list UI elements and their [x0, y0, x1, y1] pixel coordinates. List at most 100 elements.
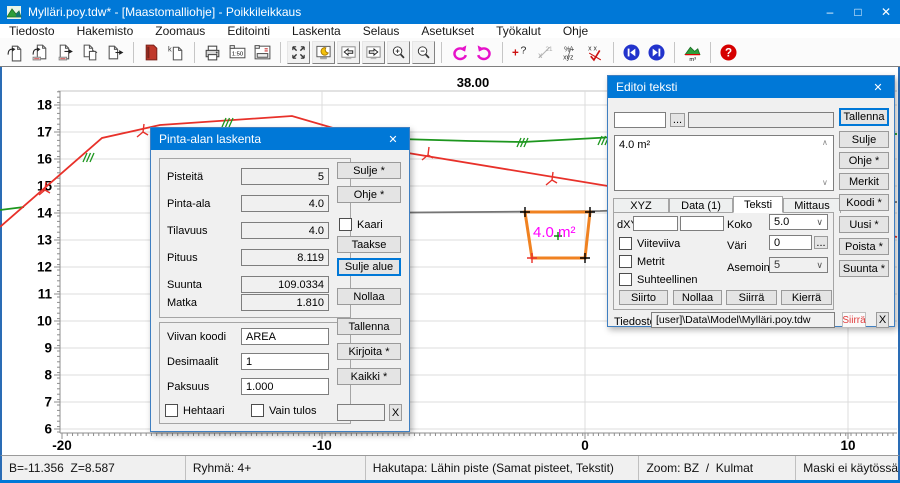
- kierra-button[interactable]: Kierrä: [781, 290, 832, 305]
- help-button[interactable]: ?: [717, 41, 740, 64]
- check-points-button[interactable]: x x: [584, 41, 607, 64]
- tab-xyz[interactable]: XYZ: [613, 198, 669, 213]
- open-file-button[interactable]: [4, 41, 27, 64]
- close-button[interactable]: ✕: [872, 0, 900, 24]
- browse-dots-button[interactable]: ...: [670, 113, 685, 127]
- tab-mittaus[interactable]: Mittaus: [783, 198, 841, 213]
- tallenna-button[interactable]: Tallenna: [337, 318, 401, 335]
- kaari-checkbox[interactable]: Kaari: [339, 218, 383, 231]
- merkit-button[interactable]: Merkit: [839, 173, 889, 190]
- dialog-close-button[interactable]: ✕: [377, 128, 409, 150]
- redo-button[interactable]: [473, 41, 496, 64]
- status-group: Ryhmä: 4+: [186, 456, 366, 480]
- pan-right-button[interactable]: [362, 41, 385, 64]
- text-content-area[interactable]: 4.0 m²: [614, 135, 834, 191]
- dx-input[interactable]: [633, 216, 678, 231]
- viiteviiva-checkbox[interactable]: Viiteviiva: [619, 237, 680, 250]
- dialog-close-button[interactable]: ✕: [862, 76, 894, 98]
- write-file-button[interactable]: [54, 41, 77, 64]
- dialog-title-bar[interactable]: Editoi teksti: [608, 76, 894, 98]
- menu-editointi[interactable]: Editointi: [216, 24, 281, 38]
- vari-input[interactable]: 0: [769, 235, 812, 250]
- pan-left-button[interactable]: [337, 41, 360, 64]
- koko-combo[interactable]: 5.0∨: [769, 214, 828, 230]
- sulje-alue-button[interactable]: Sulje alue: [337, 258, 401, 276]
- ohje-button[interactable]: Ohje *: [337, 186, 401, 203]
- point-query-button[interactable]: +?: [509, 41, 532, 64]
- menu-selaus[interactable]: Selaus: [352, 24, 411, 38]
- menu-hakemisto[interactable]: Hakemisto: [66, 24, 145, 38]
- checkbox-box[interactable]: [165, 404, 178, 417]
- nollaa-button[interactable]: Nollaa: [337, 288, 401, 305]
- siirra-mode-badge[interactable]: Siirrä: [842, 312, 866, 328]
- minimize-button[interactable]: –: [816, 0, 844, 24]
- kirjoita-button[interactable]: Kirjoita *: [337, 343, 401, 360]
- suunta-label: Suunta: [167, 279, 202, 291]
- undo-button[interactable]: [448, 41, 471, 64]
- siirra-button[interactable]: Siirrä: [726, 290, 777, 305]
- code-input[interactable]: [614, 112, 666, 128]
- coordinates-button[interactable]: %+xyz: [559, 41, 582, 64]
- menu-zoomaus[interactable]: Zoomaus: [144, 24, 216, 38]
- print-button[interactable]: [201, 41, 224, 64]
- dialog-title-bar[interactable]: Pinta-alan laskenta: [151, 128, 409, 150]
- dy-input[interactable]: [680, 216, 724, 231]
- checkbox-box[interactable]: [619, 273, 632, 286]
- nollaa-button[interactable]: Nollaa: [673, 290, 722, 305]
- convert-file-button[interactable]: [79, 41, 102, 64]
- uusi-button[interactable]: Uusi *: [839, 216, 889, 233]
- asemointi-combo[interactable]: 5∨: [769, 257, 828, 273]
- hehtaari-checkbox[interactable]: Hehtaari: [165, 404, 225, 417]
- kaikki-button[interactable]: Kaikki *: [337, 368, 401, 385]
- tallenna-button[interactable]: Tallenna: [839, 108, 889, 126]
- next-section-button[interactable]: [645, 41, 668, 64]
- koodi-button[interactable]: Koodi *: [839, 194, 889, 211]
- svg-text:+: +: [512, 46, 519, 59]
- menu-ohje[interactable]: Ohje: [552, 24, 599, 38]
- sulje-button[interactable]: Sulje *: [337, 162, 401, 179]
- window-title: Mylläri.poy.tdw* - [Maastomalliohje] - P…: [28, 5, 301, 19]
- checkbox-box[interactable]: [619, 237, 632, 250]
- vari-dots-button[interactable]: ...: [814, 236, 828, 249]
- menu-tiedosto[interactable]: Tiedosto: [0, 24, 66, 38]
- x-button[interactable]: X: [876, 312, 889, 328]
- ohje-button[interactable]: Ohje *: [839, 152, 889, 169]
- metrit-checkbox[interactable]: Metrit: [619, 255, 665, 268]
- paksuus-input[interactable]: 1.000: [241, 378, 329, 395]
- scroll-down-icon[interactable]: ∨: [822, 178, 828, 187]
- zoom-fit-button[interactable]: [287, 41, 310, 64]
- point-number-button[interactable]: x21: [534, 41, 557, 64]
- file-format-button[interactable]: k: [165, 41, 188, 64]
- previous-section-button[interactable]: [620, 41, 643, 64]
- page-setup-button[interactable]: [251, 41, 274, 64]
- vain-tulos-checkbox[interactable]: Vain tulos: [251, 404, 317, 417]
- siirto-button[interactable]: Siirto: [619, 290, 668, 305]
- read-file-button[interactable]: [29, 41, 52, 64]
- checkbox-box[interactable]: [619, 255, 632, 268]
- viivan-koodi-input[interactable]: AREA: [241, 328, 329, 345]
- menu-tyokalut[interactable]: Työkalut: [485, 24, 552, 38]
- file-manager-button[interactable]: [140, 41, 163, 64]
- menu-asetukset[interactable]: Asetukset: [410, 24, 485, 38]
- scroll-up-icon[interactable]: ∧: [822, 138, 828, 147]
- poista-button[interactable]: Poista *: [839, 238, 889, 255]
- tab-teksti[interactable]: Teksti: [733, 196, 783, 213]
- suunta-button[interactable]: Suunta *: [839, 260, 889, 277]
- menu-laskenta[interactable]: Laskenta: [281, 24, 352, 38]
- zoom-out-button[interactable]: [412, 41, 435, 64]
- scale-button[interactable]: 1:50: [226, 41, 249, 64]
- zoom-in-button[interactable]: [387, 41, 410, 64]
- maximize-button[interactable]: □: [844, 0, 872, 24]
- desimaalit-input[interactable]: 1: [241, 353, 329, 370]
- volume-button[interactable]: m³: [681, 41, 704, 64]
- code-name-field: [688, 112, 834, 128]
- redraw-button[interactable]: [312, 41, 335, 64]
- taakse-button[interactable]: Taakse: [337, 236, 401, 253]
- checkbox-box[interactable]: [251, 404, 264, 417]
- export-file-button[interactable]: [104, 41, 127, 64]
- sulje-button[interactable]: Sulje: [839, 131, 889, 148]
- tab-data[interactable]: Data (1): [669, 198, 733, 213]
- checkbox-box[interactable]: [339, 218, 352, 231]
- x-button[interactable]: X: [389, 404, 402, 421]
- suhteellinen-checkbox[interactable]: Suhteellinen: [619, 273, 698, 286]
